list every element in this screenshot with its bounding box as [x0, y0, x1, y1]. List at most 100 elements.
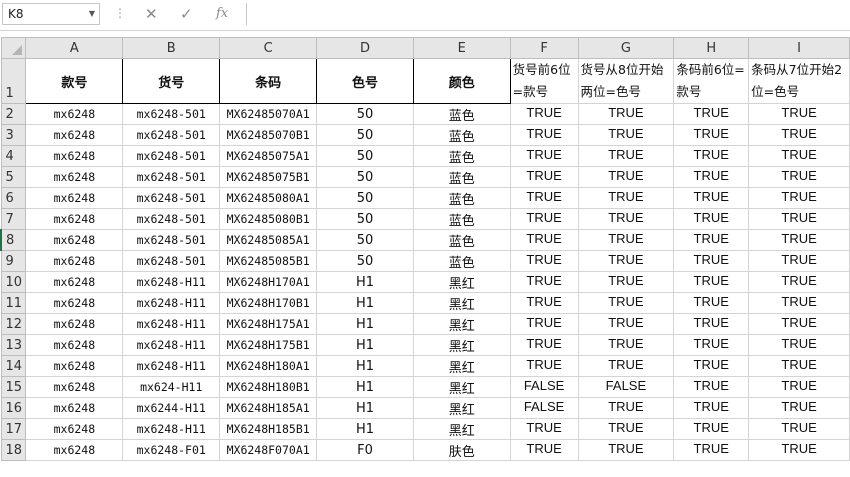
cell[interactable]: TRUE [673, 208, 750, 230]
cell[interactable]: 50 [316, 166, 414, 188]
cell[interactable]: 50 [316, 124, 414, 146]
cell[interactable]: TRUE [673, 313, 750, 335]
cell[interactable]: MX6248H185B1 [219, 418, 318, 440]
cell[interactable]: MX6248H180B1 [219, 376, 318, 398]
cell[interactable]: TRUE [577, 208, 675, 230]
cell[interactable]: TRUE [673, 376, 750, 398]
cell[interactable]: mx6248 [25, 145, 124, 167]
cell[interactable]: mx6248-H11 [122, 418, 221, 440]
cell[interactable]: TRUE [577, 145, 675, 167]
cell[interactable]: 蓝色 [412, 103, 511, 125]
cell[interactable]: TRUE [509, 229, 579, 251]
cell[interactable]: mx6248-F01 [122, 439, 221, 461]
cell[interactable]: TRUE [577, 250, 675, 272]
cell[interactable]: 黑红 [412, 313, 511, 335]
cell[interactable]: 50 [316, 208, 414, 230]
cell[interactable]: 黑红 [412, 334, 511, 356]
cell[interactable]: TRUE [673, 145, 750, 167]
cell[interactable]: TRUE [577, 397, 675, 419]
cell[interactable]: mx6248-H11 [122, 271, 221, 293]
column-header-h[interactable]: H [673, 37, 750, 59]
cell[interactable]: TRUE [673, 355, 750, 377]
cell[interactable]: 黑红 [412, 292, 511, 314]
cell[interactable]: 蓝色 [412, 124, 511, 146]
select-all-corner[interactable] [0, 37, 27, 59]
cell[interactable]: TRUE [577, 103, 675, 125]
cell[interactable]: mx6248-501 [122, 187, 221, 209]
cell[interactable]: TRUE [509, 271, 579, 293]
cell[interactable]: 黑红 [412, 397, 511, 419]
cell[interactable]: TRUE [577, 187, 675, 209]
cell[interactable]: H1 [316, 376, 414, 398]
header-cell[interactable]: 条码前6位=款号 [673, 58, 750, 104]
cell[interactable]: TRUE [748, 355, 850, 377]
cell[interactable]: TRUE [748, 271, 850, 293]
cell[interactable]: TRUE [673, 271, 750, 293]
cell[interactable]: TRUE [509, 292, 579, 314]
cell[interactable]: 肤色 [412, 439, 511, 461]
cell[interactable]: TRUE [748, 229, 850, 251]
cell[interactable]: TRUE [748, 250, 850, 272]
cell[interactable]: TRUE [748, 166, 850, 188]
cell[interactable]: MX62485075B1 [219, 166, 318, 188]
cell[interactable]: MX62485080A1 [219, 187, 318, 209]
cell[interactable]: TRUE [509, 250, 579, 272]
cell[interactable]: MX6248H175A1 [219, 313, 318, 335]
cell[interactable]: TRUE [577, 166, 675, 188]
cell[interactable]: TRUE [509, 418, 579, 440]
column-header-e[interactable]: E [412, 37, 511, 59]
cell[interactable]: mx6248 [25, 313, 124, 335]
formula-input[interactable] [246, 3, 850, 25]
cell[interactable]: FALSE [577, 376, 675, 398]
cell[interactable]: FALSE [509, 397, 579, 419]
row-header[interactable]: 1 [0, 58, 27, 104]
header-cell[interactable]: 颜色 [412, 58, 511, 104]
cell[interactable]: 50 [316, 103, 414, 125]
cell[interactable]: mx6244-H11 [122, 397, 221, 419]
cell[interactable]: TRUE [748, 439, 850, 461]
cell[interactable]: TRUE [577, 334, 675, 356]
cell[interactable]: TRUE [748, 187, 850, 209]
cell[interactable]: TRUE [748, 397, 850, 419]
row-header[interactable]: 7 [0, 208, 27, 230]
cell[interactable]: mx6248 [25, 103, 124, 125]
function-icon[interactable]: fx [216, 6, 228, 21]
cell[interactable]: MX62485080B1 [219, 208, 318, 230]
row-header[interactable]: 14 [0, 355, 27, 377]
row-header[interactable]: 15 [0, 376, 27, 398]
column-header-a[interactable]: A [25, 37, 124, 59]
cell[interactable]: TRUE [509, 334, 579, 356]
header-cell[interactable]: 款号 [25, 58, 124, 104]
cell[interactable]: TRUE [748, 145, 850, 167]
cell[interactable]: MX62485070B1 [219, 124, 318, 146]
header-cell[interactable]: 货号前6位=款号 [509, 58, 579, 104]
header-cell[interactable]: 条码 [219, 58, 318, 104]
cell[interactable]: TRUE [509, 145, 579, 167]
column-header-g[interactable]: G [577, 37, 675, 59]
header-cell[interactable]: 条码从7位开始2位=色号 [748, 58, 850, 104]
cell[interactable]: TRUE [673, 166, 750, 188]
chevron-down-icon[interactable]: ▼ [89, 4, 95, 24]
row-header[interactable]: 4 [0, 145, 27, 167]
row-header[interactable]: 18 [0, 439, 27, 461]
cell[interactable]: 蓝色 [412, 145, 511, 167]
row-header[interactable]: 6 [0, 187, 27, 209]
name-box[interactable]: K8 ▼ [2, 3, 100, 25]
cell[interactable]: TRUE [748, 103, 850, 125]
header-cell[interactable]: 货号从8位开始两位=色号 [577, 58, 675, 104]
spreadsheet-grid[interactable]: A B C D E F G H I 1 款号 货号 条码 色号 颜色 货号前6位=款号 货号从8位开始两位=色号… [0, 37, 850, 461]
row-header[interactable]: 13 [0, 334, 27, 356]
cell[interactable]: F0 [316, 439, 414, 461]
cell[interactable]: mx6248 [25, 355, 124, 377]
cell[interactable]: mx6248 [25, 271, 124, 293]
cell[interactable]: mx6248-501 [122, 103, 221, 125]
cell[interactable]: TRUE [748, 124, 850, 146]
column-header-f[interactable]: F [509, 37, 579, 59]
cell[interactable]: mx6248 [25, 187, 124, 209]
cell[interactable]: MX6248H170A1 [219, 271, 318, 293]
cell[interactable]: mx6248 [25, 418, 124, 440]
cell[interactable]: TRUE [577, 229, 675, 251]
cell[interactable]: 蓝色 [412, 166, 511, 188]
cell[interactable]: TRUE [748, 334, 850, 356]
cell[interactable]: TRUE [673, 439, 750, 461]
